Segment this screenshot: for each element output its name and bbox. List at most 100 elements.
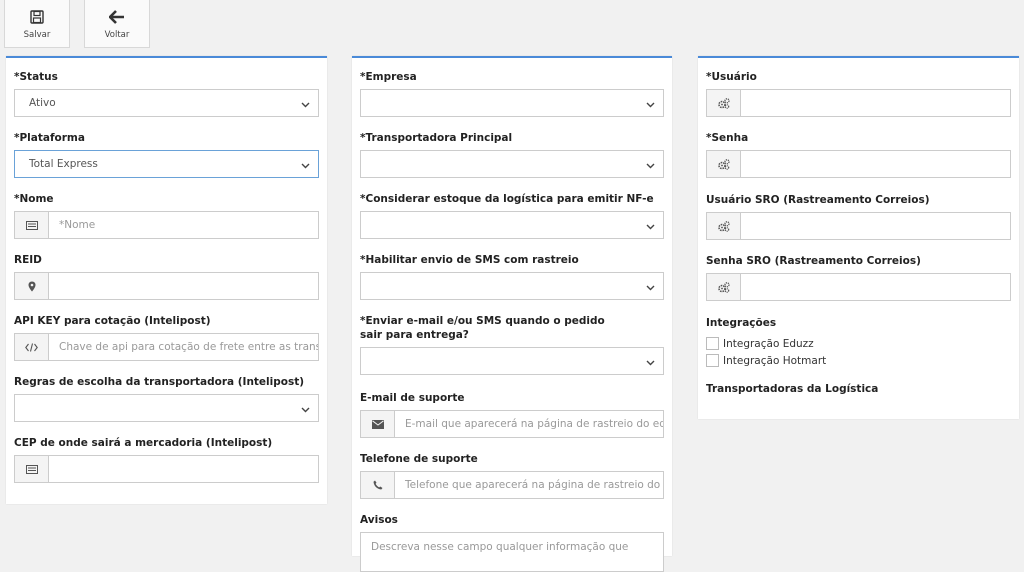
integracoes-label: Integrações: [706, 317, 777, 329]
sms-select[interactable]: [360, 272, 664, 300]
senha-sro-field: Senha SRO (Rastreamento Correios): [706, 254, 1011, 301]
nome-field: *Nome *Nome: [14, 192, 319, 239]
senha-label: *Senha: [706, 132, 749, 144]
estoque-select[interactable]: [360, 211, 664, 239]
enviar-select[interactable]: [360, 347, 664, 375]
email-input[interactable]: E-mail que aparecerá na página de rastre…: [395, 411, 663, 437]
integracao-eduzz-row[interactable]: Integração Eduzz: [706, 335, 1011, 352]
estoque-field: *Considerar estoque da logística para em…: [360, 192, 664, 239]
back-button[interactable]: Voltar: [84, 0, 150, 48]
cep-label: CEP de onde sairá a mercadoria (Intelipo…: [14, 437, 273, 449]
cep-field: CEP de onde sairá a mercadoria (Intelipo…: [14, 436, 319, 483]
reid-label: REID: [14, 254, 42, 266]
cep-input[interactable]: [49, 456, 318, 482]
avisos-label: Avisos: [360, 514, 398, 526]
telefone-label: Telefone de suporte: [360, 453, 478, 465]
usuario-field: *Usuário: [706, 70, 1011, 117]
floppy-disk-icon: [30, 7, 44, 27]
chevron-down-icon: [646, 357, 655, 369]
chevron-down-icon: [646, 160, 655, 172]
enviar-label: *Enviar e-mail e/ou SMS quando o pedido …: [360, 315, 605, 341]
email-field: E-mail de suporte E-mail que aparecerá n…: [360, 391, 664, 438]
integracao-eduzz-label: Integração Eduzz: [723, 337, 814, 350]
nome-input-group: *Nome: [14, 211, 319, 239]
reid-input[interactable]: [49, 273, 318, 299]
senha-input-group: [706, 150, 1011, 178]
save-label: Salvar: [23, 30, 51, 40]
phone-icon: [361, 472, 395, 498]
arrow-left-icon: [109, 7, 125, 27]
transportadora-label: *Transportadora Principal: [360, 132, 513, 144]
usuario-sro-label: Usuário SRO (Rastreamento Correios): [706, 194, 930, 206]
apikey-input[interactable]: Chave de api para cotação de frete entre…: [49, 334, 318, 360]
status-label: *Status: [14, 71, 58, 83]
senha-input[interactable]: [741, 151, 1010, 177]
cogs-icon: [707, 274, 741, 300]
id-card-icon: [15, 456, 49, 482]
save-button[interactable]: Salvar: [4, 0, 70, 48]
usuario-label: *Usuário: [706, 71, 757, 83]
avisos-textarea[interactable]: Descreva nesse campo qualquer informação…: [360, 532, 664, 572]
email-label: E-mail de suporte: [360, 392, 465, 404]
code-icon: [15, 334, 49, 360]
chevron-down-icon: [301, 404, 310, 416]
empresa-label: *Empresa: [360, 71, 417, 83]
empresa-field: *Empresa: [360, 70, 664, 117]
cogs-icon: [707, 151, 741, 177]
transportadoras-label: Transportadoras da Logística: [706, 383, 879, 395]
senha-sro-input[interactable]: [741, 274, 1010, 300]
chevron-down-icon: [646, 221, 655, 233]
chevron-down-icon: [646, 282, 655, 294]
status-field: *Status Ativo: [14, 70, 319, 117]
telefone-input[interactable]: Telefone que aparecerá na página de rast…: [395, 472, 663, 498]
chevron-down-icon: [646, 99, 655, 111]
enviar-field: *Enviar e-mail e/ou SMS quando o pedido …: [360, 314, 664, 375]
map-marker-icon: [15, 273, 49, 299]
integracao-eduzz-checkbox[interactable]: [706, 337, 719, 350]
usuario-sro-input-group: [706, 212, 1011, 240]
sms-label: *Habilitar envio de SMS com rastreio: [360, 254, 579, 266]
panel-credentials: *Usuário *Senha Usuário SRO (Rastreament…: [698, 56, 1019, 419]
transportadoras-field: Transportadoras da Logística: [706, 382, 1011, 396]
telefone-input-group: Telefone que aparecerá na página de rast…: [360, 471, 664, 499]
reid-field: REID: [14, 253, 319, 300]
plataforma-label: *Plataforma: [14, 132, 85, 144]
status-select[interactable]: Ativo: [14, 89, 319, 117]
plataforma-select[interactable]: Total Express: [14, 150, 319, 178]
regras-select[interactable]: [14, 394, 319, 422]
nome-input[interactable]: *Nome: [49, 212, 318, 238]
cogs-icon: [707, 213, 741, 239]
integracoes-field: Integrações Integração Eduzz Integração …: [706, 316, 1011, 369]
integracao-hotmart-row[interactable]: Integração Hotmart: [706, 352, 1011, 369]
back-label: Voltar: [104, 30, 130, 40]
transportadora-select[interactable]: [360, 150, 664, 178]
id-card-icon: [15, 212, 49, 238]
sms-field: *Habilitar envio de SMS com rastreio: [360, 253, 664, 300]
integracao-hotmart-checkbox[interactable]: [706, 354, 719, 367]
integracao-hotmart-label: Integração Hotmart: [723, 354, 827, 367]
email-input-group: E-mail que aparecerá na página de rastre…: [360, 410, 664, 438]
cep-input-group: [14, 455, 319, 483]
envelope-icon: [361, 411, 395, 437]
nome-label: *Nome: [14, 193, 54, 205]
usuario-input-group: [706, 89, 1011, 117]
transportadora-field: *Transportadora Principal: [360, 131, 664, 178]
usuario-sro-input[interactable]: [741, 213, 1010, 239]
regras-label: Regras de escolha da transportadora (Int…: [14, 376, 305, 388]
reid-input-group: [14, 272, 319, 300]
plataforma-field: *Plataforma Total Express: [14, 131, 319, 178]
regras-field: Regras de escolha da transportadora (Int…: [14, 375, 319, 422]
apikey-input-group: Chave de api para cotação de frete entre…: [14, 333, 319, 361]
chevron-down-icon: [301, 99, 310, 111]
avisos-field: Avisos Descreva nesse campo qualquer inf…: [360, 513, 664, 572]
usuario-sro-field: Usuário SRO (Rastreamento Correios): [706, 193, 1011, 240]
status-value: Ativo: [29, 97, 56, 109]
apikey-field: API KEY para cotação (Intelipost) Chave …: [14, 314, 319, 361]
senha-field: *Senha: [706, 131, 1011, 178]
usuario-input[interactable]: [741, 90, 1010, 116]
telefone-field: Telefone de suporte Telefone que aparece…: [360, 452, 664, 499]
panel-company: *Empresa *Transportadora Principal *Cons…: [352, 56, 672, 572]
empresa-select[interactable]: [360, 89, 664, 117]
plataforma-value: Total Express: [29, 158, 98, 170]
toolbar: Salvar Voltar: [0, 0, 150, 48]
